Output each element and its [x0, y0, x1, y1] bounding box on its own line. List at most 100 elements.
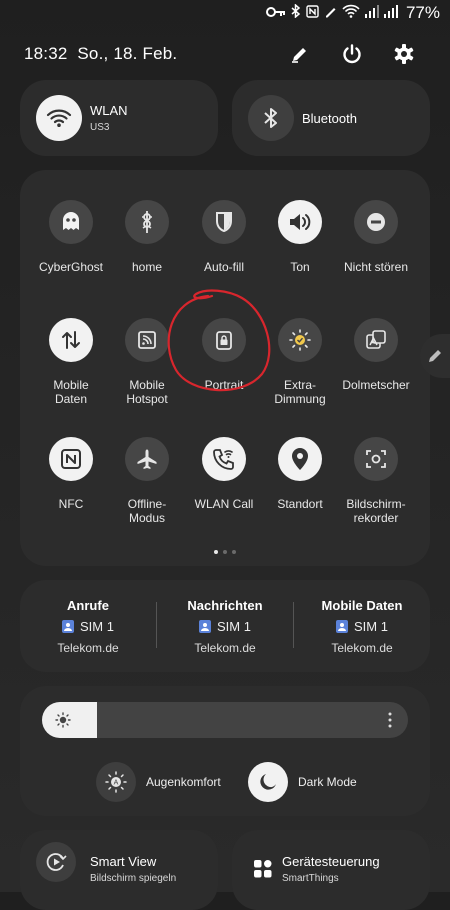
dark-mode-label: Dark Mode: [298, 775, 357, 789]
dark-mode-toggle[interactable]: Dark Mode: [248, 762, 357, 802]
tile-label: NFC: [58, 497, 84, 511]
page-dot: [232, 550, 236, 554]
tile-label: Offline- Modus: [127, 497, 167, 525]
tile-ton[interactable]: Ton: [260, 200, 340, 274]
sim-calls-title: Anrufe: [67, 598, 109, 613]
wlan-toggle[interactable]: [36, 95, 82, 141]
smart-view-subtitle: Bildschirm spiegeln: [90, 873, 177, 884]
wlan-network: US3: [90, 122, 110, 133]
bluetooth-title: Bluetooth: [302, 110, 357, 126]
battery-level: 77%: [405, 3, 440, 22]
key-icon: [265, 5, 286, 22]
smart-view-tile[interactable]: Smart View Bildschirm spiegeln: [20, 830, 218, 910]
speaker-icon: [278, 200, 322, 244]
tile-nicht-storen[interactable]: Nicht stören: [336, 200, 416, 274]
tile-home[interactable]: home: [107, 200, 187, 274]
status-icons: 77%: [265, 3, 440, 23]
settings-button[interactable]: [390, 40, 418, 68]
tile-label: Ton: [290, 260, 310, 274]
tile-dolmetscher[interactable]: Dolmetscher: [336, 318, 416, 392]
nfc-status-icon: [306, 4, 319, 22]
edit-button[interactable]: [286, 40, 314, 68]
airplane-icon: [125, 437, 169, 481]
sim-data[interactable]: Mobile Daten SIM 1 Telekom.de: [294, 598, 430, 655]
power-icon: [343, 44, 361, 64]
sim-card-icon: [336, 620, 349, 633]
sim-data-carrier: Telekom.de: [331, 641, 393, 655]
tile-wlan-call[interactable]: WLAN Call: [184, 437, 264, 511]
tile-label: Standort: [277, 497, 323, 511]
page-indicator: [0, 550, 450, 554]
screen-recorder-icon: [354, 437, 398, 481]
location-icon: [278, 437, 322, 481]
dim-icon: [278, 318, 322, 362]
sun-icon: [55, 712, 71, 728]
bluetooth-icon: [264, 108, 277, 128]
tile-auto-fill[interactable]: Auto-fill: [184, 200, 264, 274]
power-button[interactable]: [338, 40, 366, 68]
minus-circle-icon: [354, 200, 398, 244]
tile-label: Dolmetscher: [342, 378, 410, 392]
smart-view-icon: [36, 842, 76, 882]
sim-messages-title: Nachrichten: [187, 598, 263, 613]
wifi-call-icon: [202, 437, 246, 481]
device-control-tile[interactable]: Gerätesteuerung SmartThings: [232, 830, 430, 910]
date-time: 18:32 So., 18. Feb.: [24, 44, 178, 63]
device-control-title: Gerätesteuerung: [282, 854, 380, 869]
tile-label: WLAN Call: [194, 497, 254, 511]
brightness-slider[interactable]: [42, 702, 408, 738]
tile-bildschirmrekorder[interactable]: Bildschirm- rekorder: [336, 437, 416, 525]
wifi-status-icon: [342, 4, 360, 22]
tile-label: Extra- Dimmung: [274, 378, 326, 406]
bluetooth-tile[interactable]: Bluetooth: [232, 80, 430, 156]
status-bar: 77%: [0, 0, 450, 26]
tile-label: Bildschirm- rekorder: [346, 497, 406, 525]
smart-view-title: Smart View: [90, 854, 157, 869]
sim-messages[interactable]: Nachrichten SIM 1 Telekom.de: [157, 598, 293, 655]
brightness-card: A Augenkomfort Dark Mode: [20, 686, 430, 816]
pencil-icon: [292, 48, 306, 63]
wifi-icon: [46, 109, 72, 127]
signal-icon-2: [383, 4, 398, 22]
pen-status-icon: [324, 5, 337, 22]
sim-data-sim: SIM 1: [354, 619, 388, 634]
bluetooth-status-icon: [291, 3, 301, 22]
annotation-circle: [167, 289, 271, 392]
sim-manager-card: Anrufe SIM 1 Telekom.de Nachrichten SIM …: [20, 580, 430, 672]
sim-messages-sim: SIM 1: [217, 619, 251, 634]
tile-cyberghost[interactable]: CyberGhost: [31, 200, 111, 274]
sim-calls-sim: SIM 1: [80, 619, 114, 634]
pencil-icon: [429, 350, 441, 362]
sim-card-icon: [62, 620, 75, 633]
signal-icon: [364, 4, 379, 22]
tile-label: CyberGhost: [38, 260, 104, 274]
tile-label: Mobile Daten: [53, 378, 89, 406]
wlan-title: WLAN: [90, 103, 128, 118]
tile-offline-modus[interactable]: Offline- Modus: [107, 437, 187, 525]
eye-comfort-toggle[interactable]: A Augenkomfort: [96, 762, 221, 802]
eye-comfort-label: Augenkomfort: [146, 775, 221, 789]
home-assistant-icon: [125, 200, 169, 244]
bluetooth-toggle[interactable]: [248, 95, 294, 141]
tile-standort[interactable]: Standort: [260, 437, 340, 511]
more-options-icon[interactable]: [388, 712, 392, 728]
eye-comfort-icon: A: [96, 762, 136, 802]
tile-label: home: [131, 260, 163, 274]
translate-icon: [354, 318, 398, 362]
shield-icon: [202, 200, 246, 244]
tile-label: Nicht stören: [343, 260, 409, 274]
device-control-subtitle: SmartThings: [282, 873, 339, 884]
tile-label: Auto-fill: [203, 260, 244, 274]
wlan-tile[interactable]: WLAN US3: [20, 80, 218, 156]
sim-calls-carrier: Telekom.de: [57, 641, 119, 655]
sim-calls[interactable]: Anrufe SIM 1 Telekom.de: [20, 598, 156, 655]
grid-icon: [254, 860, 272, 883]
moon-icon: [248, 762, 288, 802]
page-dot: [214, 550, 218, 554]
sim-data-title: Mobile Daten: [321, 598, 403, 613]
page-dot: [223, 550, 227, 554]
tile-nfc[interactable]: NFC: [31, 437, 111, 511]
tile-mobile-daten[interactable]: Mobile Daten: [31, 318, 111, 406]
svg-text:A: A: [114, 780, 119, 787]
nfc-icon: [49, 437, 93, 481]
